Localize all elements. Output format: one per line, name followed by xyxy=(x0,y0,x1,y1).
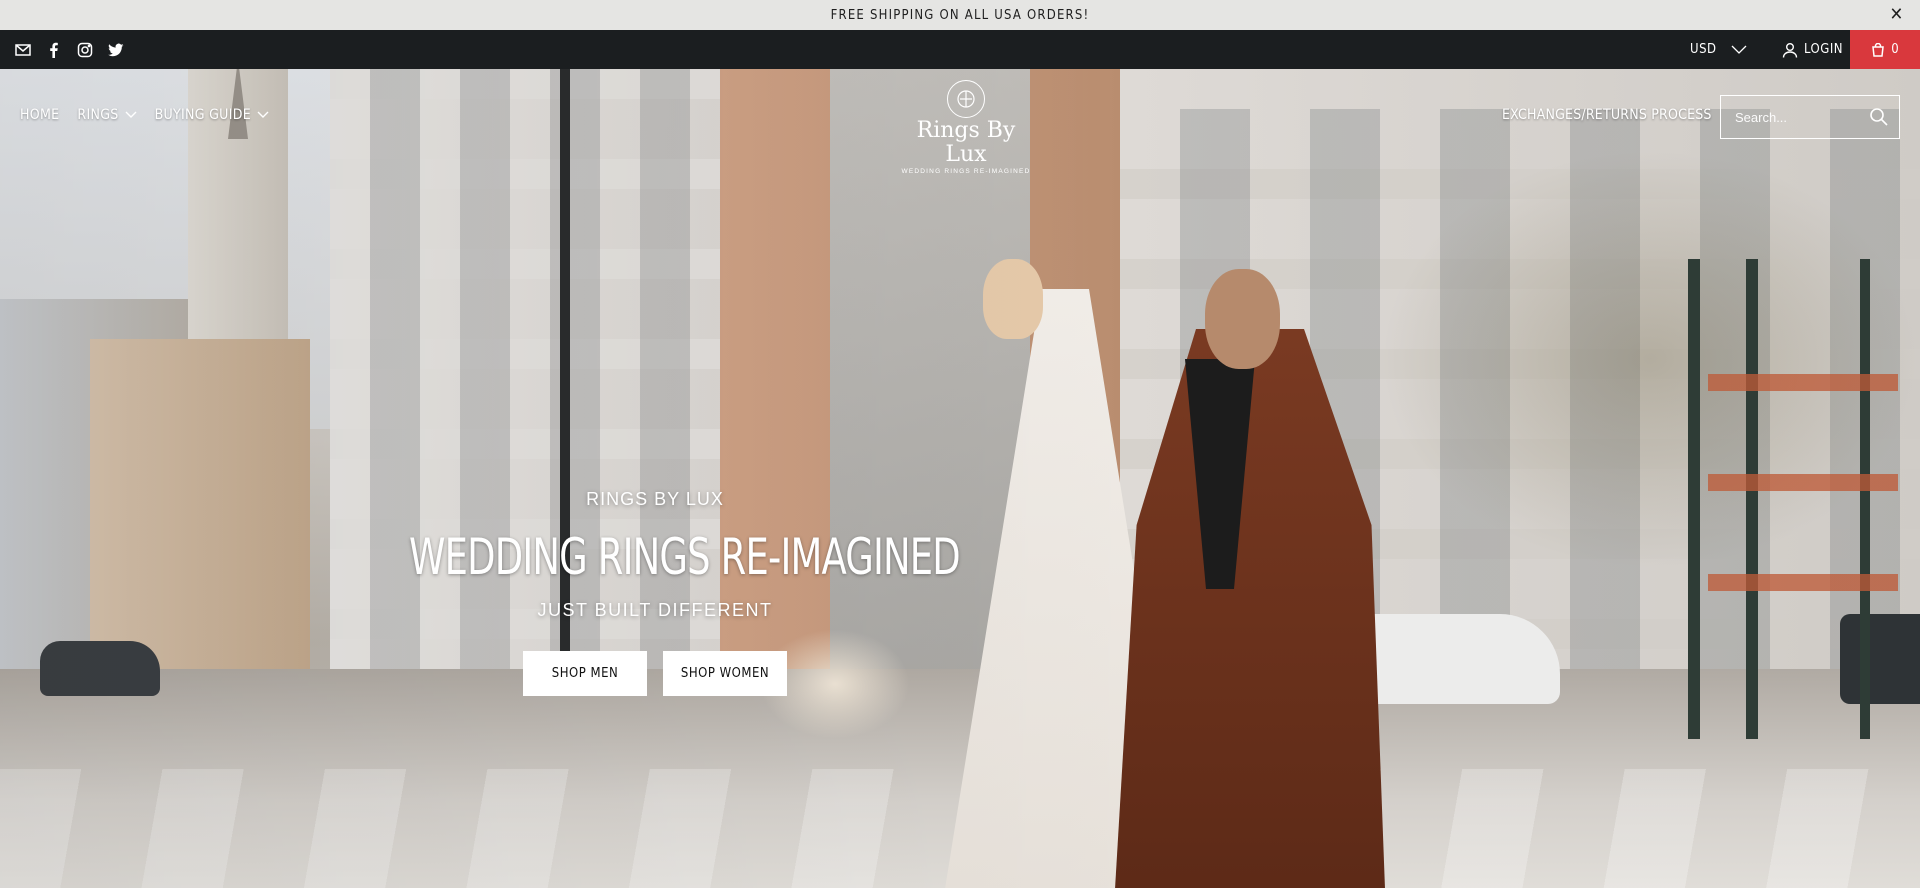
close-icon[interactable]: ✕ xyxy=(1888,6,1906,24)
search-box xyxy=(1720,95,1900,139)
shop-men-button[interactable]: SHOP MEN xyxy=(523,651,647,696)
exchanges-returns-link[interactable]: EXCHANGES/RETURNS PROCESS xyxy=(1502,107,1712,123)
logo-tagline: WEDDING RINGS RE-IMAGINED xyxy=(901,168,1031,175)
hero-buttons: SHOP MEN SHOP WOMEN xyxy=(355,651,955,696)
currency-selector[interactable]: USD xyxy=(1690,30,1747,69)
login-link[interactable]: LOGIN xyxy=(1782,30,1843,69)
site-logo[interactable]: Rings By Lux WEDDING RINGS RE-IMAGINED xyxy=(900,80,1032,175)
shopping-bag-icon xyxy=(1872,42,1885,57)
nav-item-label: BUYING GUIDE xyxy=(154,107,251,123)
shop-women-button[interactable]: SHOP WOMEN xyxy=(663,651,787,696)
logo-name: Rings By Lux xyxy=(916,118,1016,167)
nav-item-label: HOME xyxy=(20,107,60,123)
instagram-icon[interactable] xyxy=(76,41,94,59)
announcement-bar: FREE SHIPPING ON ALL USA ORDERS! ✕ xyxy=(0,0,1920,30)
hero-headline: WEDDING RINGS RE-IMAGINED xyxy=(409,528,961,586)
announcement-text: FREE SHIPPING ON ALL USA ORDERS! xyxy=(830,7,1090,23)
nav-item-buying-guide[interactable]: BUYING GUIDE xyxy=(155,107,269,123)
nav-item-label: RINGS xyxy=(77,107,119,123)
twitter-icon[interactable] xyxy=(107,41,125,59)
currency-label: USD xyxy=(1690,42,1717,57)
main-nav: HOME RINGS BUYING GUIDE xyxy=(20,107,269,123)
cart-button[interactable]: 0 xyxy=(1850,30,1920,69)
social-links xyxy=(14,30,125,69)
facebook-icon[interactable] xyxy=(45,41,63,59)
mail-icon[interactable] xyxy=(14,41,32,59)
hero-content: RINGS BY LUX WEDDING RINGS RE-IMAGINED J… xyxy=(355,489,961,696)
chevron-down-icon xyxy=(125,111,137,118)
login-label: LOGIN xyxy=(1804,42,1844,57)
search-input[interactable] xyxy=(1721,109,1861,125)
nav-item-rings[interactable]: RINGS xyxy=(77,107,137,123)
hero-banner: RINGS BY LUX WEDDING RINGS RE-IMAGINED J… xyxy=(0,69,1920,888)
hero-kicker: RINGS BY LUX xyxy=(586,489,724,509)
utility-bar: USD LOGIN 0 xyxy=(0,30,1920,69)
user-icon xyxy=(1782,42,1798,58)
chevron-down-icon xyxy=(1731,45,1746,54)
chevron-down-icon xyxy=(257,111,269,118)
hero-overlay xyxy=(0,69,1920,888)
hero-subheadline: JUST BUILT DIFFERENT xyxy=(537,600,773,620)
cart-count: 0 xyxy=(1891,42,1899,57)
search-icon[interactable] xyxy=(1869,107,1889,127)
logo-emblem-icon xyxy=(947,80,985,118)
nav-item-home[interactable]: HOME xyxy=(20,107,59,123)
